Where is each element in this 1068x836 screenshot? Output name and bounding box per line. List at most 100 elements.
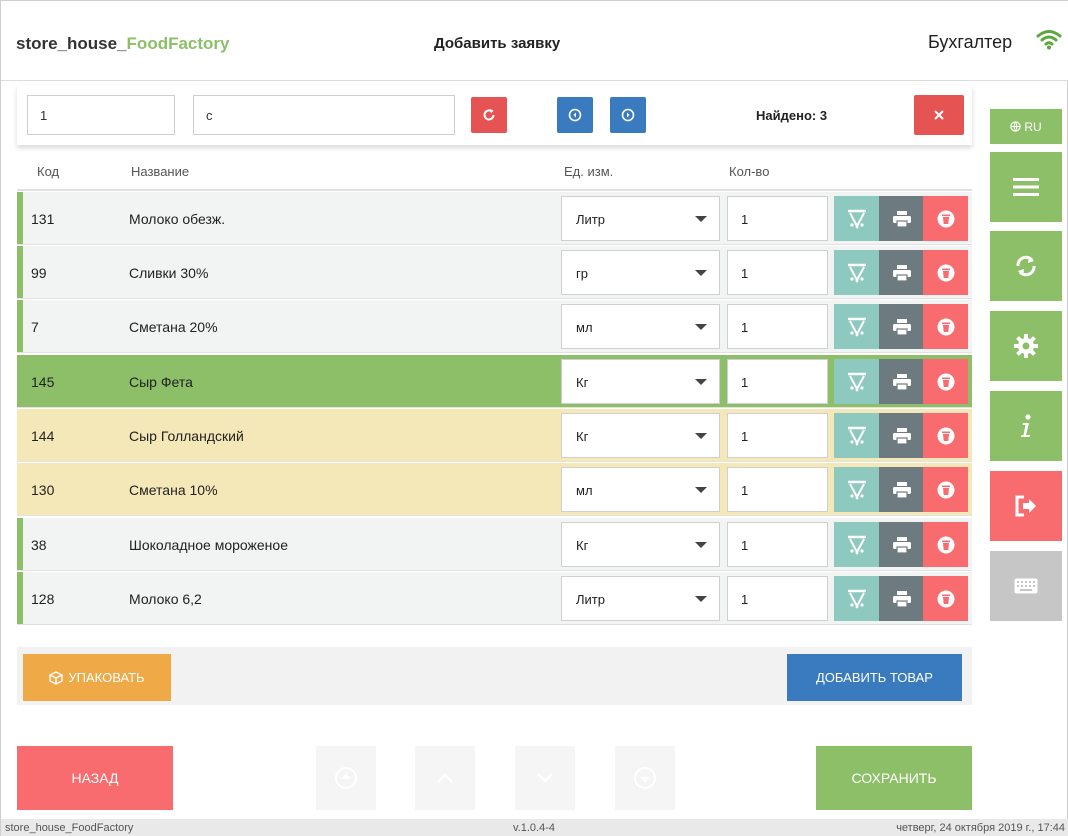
box-icon <box>49 670 64 685</box>
save-button[interactable]: СОХРАНИТЬ <box>816 746 972 810</box>
close-icon <box>934 110 944 120</box>
row-name: Сметана 20% <box>129 319 218 335</box>
delete-button[interactable] <box>923 467 968 512</box>
unit-select-value: Литр <box>576 592 605 607</box>
unit-select[interactable]: Кг <box>561 413 720 458</box>
trash-icon <box>937 210 954 227</box>
trash-icon <box>937 427 954 444</box>
arrow-left-circle-icon <box>568 108 582 122</box>
delete-button[interactable] <box>923 196 968 241</box>
row-name: Шоколадное мороженое <box>129 537 288 553</box>
logout-button[interactable] <box>990 471 1062 541</box>
unit-select[interactable]: мл <box>561 467 720 512</box>
chevron-up-icon <box>437 773 453 783</box>
weigh-button[interactable] <box>834 576 879 621</box>
printer-icon <box>892 318 911 335</box>
print-button[interactable] <box>879 576 924 621</box>
table-row[interactable]: 128 Молоко 6,2 Литр 1 <box>17 572 972 625</box>
brand-prefix: store_house_ <box>16 34 127 53</box>
scales-icon <box>847 317 866 336</box>
quantity-input[interactable]: 1 <box>727 304 828 349</box>
keyboard-button[interactable] <box>990 551 1062 621</box>
save-button-label: СОХРАНИТЬ <box>851 770 937 786</box>
table-row[interactable]: 144 Сыр Голландский Кг 1 <box>17 409 972 462</box>
table-header: Код Название Ед. изм. Кол-во <box>17 153 972 191</box>
trash-icon <box>937 264 954 281</box>
language-button[interactable]: RU <box>990 109 1062 144</box>
weigh-button[interactable] <box>834 196 879 241</box>
code-search-input[interactable] <box>27 95 175 135</box>
weigh-button[interactable] <box>834 467 879 512</box>
add-product-button[interactable]: ДОБАВИТЬ ТОВАР <box>787 654 962 701</box>
info-button[interactable] <box>990 391 1062 461</box>
brand-suffix: FoodFactory <box>126 34 230 53</box>
quantity-input[interactable]: 1 <box>727 413 828 458</box>
print-button[interactable] <box>879 250 924 295</box>
scroll-down-button[interactable] <box>515 746 575 810</box>
weigh-button[interactable] <box>834 413 879 458</box>
quantity-input[interactable]: 1 <box>727 467 828 512</box>
reset-search-button[interactable] <box>471 97 507 133</box>
delete-button[interactable] <box>923 304 968 349</box>
menu-button[interactable] <box>990 152 1062 222</box>
quantity-input[interactable]: 1 <box>727 576 828 621</box>
pack-button[interactable]: УПАКОВАТЬ <box>23 654 171 701</box>
trash-icon <box>937 536 954 553</box>
unit-select[interactable]: мл <box>561 304 720 349</box>
unit-select-value: Кг <box>576 429 589 444</box>
trash-icon <box>937 481 954 498</box>
scroll-up-button[interactable] <box>415 746 475 810</box>
next-result-button[interactable] <box>610 97 646 133</box>
caret-down-icon <box>695 379 707 385</box>
quantity-input[interactable]: 1 <box>727 196 828 241</box>
unit-select[interactable]: Литр <box>561 196 720 241</box>
table-row[interactable]: 145 Сыр Фета Кг 1 <box>17 355 972 408</box>
delete-button[interactable] <box>923 413 968 458</box>
table-row[interactable]: 7 Сметана 20% мл 1 <box>17 300 972 353</box>
close-search-button[interactable] <box>914 95 964 135</box>
quantity-input[interactable]: 1 <box>727 359 828 404</box>
row-name: Сливки 30% <box>129 265 209 281</box>
chevron-down-icon <box>537 773 553 783</box>
unit-select-value: Кг <box>576 538 589 553</box>
delete-button[interactable] <box>923 359 968 404</box>
scroll-top-button[interactable] <box>316 746 376 810</box>
quantity-input[interactable]: 1 <box>727 250 828 295</box>
unit-select[interactable]: гр <box>561 250 720 295</box>
back-button[interactable]: НАЗАД <box>17 746 173 810</box>
table-row[interactable]: 38 Шоколадное мороженое Кг 1 <box>17 518 972 571</box>
name-search-input[interactable] <box>193 95 455 135</box>
unit-select[interactable]: Кг <box>561 359 720 404</box>
caret-down-icon <box>695 216 707 222</box>
status-version: v.1.0.4-4 <box>513 822 555 834</box>
print-button[interactable] <box>879 359 924 404</box>
table-row[interactable]: 99 Сливки 30% гр 1 <box>17 246 972 299</box>
previous-result-button[interactable] <box>557 97 593 133</box>
quantity-value: 1 <box>741 592 749 607</box>
unit-select-value: гр <box>576 266 588 281</box>
weigh-button[interactable] <box>834 250 879 295</box>
keyboard-icon <box>1014 578 1038 594</box>
print-button[interactable] <box>879 413 924 458</box>
delete-button[interactable] <box>923 250 968 295</box>
print-button[interactable] <box>879 467 924 512</box>
scroll-bottom-button[interactable] <box>615 746 675 810</box>
weigh-button[interactable] <box>834 522 879 567</box>
settings-button[interactable] <box>990 311 1062 381</box>
status-app-name: store_house_FoodFactory <box>5 822 134 834</box>
print-button[interactable] <box>879 522 924 567</box>
caret-down-icon <box>695 433 707 439</box>
unit-select[interactable]: Кг <box>561 522 720 567</box>
sync-button[interactable] <box>990 231 1062 301</box>
unit-select[interactable]: Литр <box>561 576 720 621</box>
table-row[interactable]: 130 Сметана 10% мл 1 <box>17 463 972 516</box>
table-row[interactable]: 131 Молоко обезж. Литр 1 <box>17 192 972 245</box>
print-button[interactable] <box>879 304 924 349</box>
brand-logo: store_house_FoodFactory <box>16 34 230 54</box>
weigh-button[interactable] <box>834 359 879 404</box>
quantity-input[interactable]: 1 <box>727 522 828 567</box>
delete-button[interactable] <box>923 576 968 621</box>
delete-button[interactable] <box>923 522 968 567</box>
weigh-button[interactable] <box>834 304 879 349</box>
print-button[interactable] <box>879 196 924 241</box>
